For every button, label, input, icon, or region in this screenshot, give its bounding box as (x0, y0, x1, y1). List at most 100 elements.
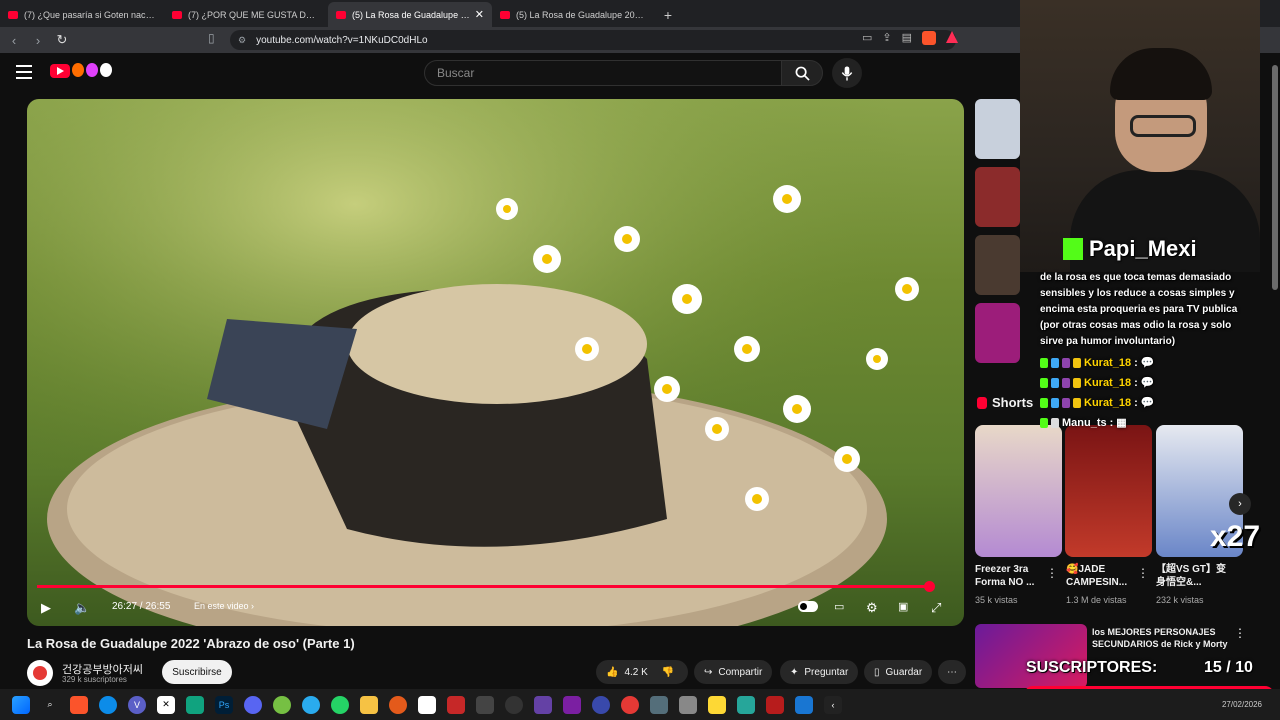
app-paint-icon[interactable] (679, 695, 697, 714)
search-icon (795, 66, 810, 81)
youtube-favicon-icon (336, 10, 346, 19)
browser-tab[interactable]: (7) ¿POR QUE ME GUSTA DRAGON B (164, 2, 328, 27)
voice-search-button[interactable] (832, 58, 862, 88)
edge-icon[interactable] (99, 695, 117, 714)
shorts-heading: Shorts (977, 395, 1033, 410)
reco-thumbnail[interactable] (975, 624, 1087, 688)
chapters-button[interactable]: En este video › (194, 601, 254, 611)
close-tab-icon[interactable]: ✕ (475, 8, 484, 21)
app-arrow-icon[interactable]: ‹ (824, 695, 842, 714)
file-explorer-icon[interactable] (360, 695, 378, 714)
thumbs-down-icon[interactable]: 👎 (662, 667, 674, 678)
new-tab-plus-icon[interactable]: + (656, 2, 680, 27)
reload-icon[interactable]: ↻ (52, 30, 72, 50)
browser-tab[interactable]: (7) ¿Que pasaría si Goten naciera pri (0, 2, 164, 27)
subs-goal-label: SUSCRIPTORES: (1026, 659, 1158, 676)
search-button[interactable] (781, 60, 823, 86)
app-teal-icon[interactable] (737, 695, 755, 714)
reco-thumbnail[interactable] (975, 99, 1020, 159)
bookmark-icon[interactable]: ▯ (208, 31, 215, 45)
gift-badge-icon (1062, 397, 1070, 408)
windows-taskbar: ⌕ V ✕ Ps ‹ (0, 689, 1280, 720)
colon-separator: : (1134, 376, 1138, 389)
short-thumbnail[interactable] (975, 425, 1062, 557)
browser-tab[interactable]: (5) La Rosa de Guadalupe 2022 'Abra (492, 2, 656, 27)
short-menu-icon[interactable]: ⋮ (1137, 566, 1149, 580)
reco-thumbnail[interactable] (975, 303, 1020, 363)
theater-mode-icon[interactable]: ▣ (898, 600, 908, 613)
app-gray-icon[interactable] (476, 695, 494, 714)
share-icon[interactable]: ⇪ (882, 31, 891, 45)
app-red-icon[interactable] (447, 695, 465, 714)
short-title[interactable]: 🥰JADE CAMPESIN... (1066, 563, 1141, 589)
app-game-icon[interactable] (563, 695, 581, 714)
reco-title[interactable]: los MEJORES PERSONAJES SECUNDARIOS de Ri… (1092, 626, 1232, 650)
windows-start-icon[interactable] (12, 695, 30, 714)
app-green-icon[interactable] (273, 695, 291, 714)
chat-line: Manu_ts : ▦ (1040, 416, 1127, 429)
reco-thumbnail[interactable] (975, 235, 1020, 295)
fullscreen-icon[interactable]: ⤢ (931, 600, 941, 616)
chat-message: de la rosa es que toca temas demasiado s… (1040, 272, 1238, 347)
address-bar[interactable]: ⚙ youtube.com/watch?v=1NKuDC0dHLo (230, 30, 956, 50)
chat-line: Kurat_18 : 💬 (1040, 376, 1154, 389)
app-diamond-icon[interactable] (795, 695, 813, 714)
page-scrollbar[interactable] (1272, 65, 1278, 290)
play-icon[interactable]: ▶ (41, 600, 51, 616)
app-blue-icon[interactable] (592, 695, 610, 714)
back-arrow-icon[interactable]: ‹ (4, 30, 24, 50)
like-count[interactable]: 4.2 K (624, 667, 647, 678)
brave-shields-icon[interactable] (922, 31, 937, 45)
app-white-icon[interactable] (418, 695, 436, 714)
app-image-icon[interactable] (650, 695, 668, 714)
browser-tab-active[interactable]: (5) La Rosa de Guadalupe 2022 ' ✕ (328, 2, 492, 27)
youtube-doodle[interactable] (72, 63, 112, 77)
chat-app-icon[interactable] (186, 695, 204, 714)
channel-avatar[interactable] (27, 660, 53, 686)
subscribe-button[interactable]: Suscribirse (162, 660, 232, 684)
reco-thumbnail[interactable] (975, 167, 1020, 227)
app-play-icon[interactable] (621, 695, 639, 714)
short-title[interactable]: Freezer 3ra Forma NO ... (975, 563, 1050, 589)
discord-icon[interactable] (244, 695, 262, 714)
brave-browser-icon[interactable] (70, 695, 88, 714)
app-x-icon[interactable]: ✕ (157, 695, 175, 714)
save-button[interactable]: ▯ Guardar (864, 660, 933, 684)
forward-arrow-icon[interactable]: › (28, 30, 48, 50)
subtitles-icon[interactable]: ▭ (834, 600, 844, 613)
reco-menu-icon[interactable]: ⋮ (1234, 626, 1246, 640)
short-title[interactable]: 【超VS GT】变身悟空&... (1156, 563, 1231, 589)
short-menu-icon[interactable]: ⋮ (1046, 566, 1058, 580)
settings-gear-icon[interactable]: ⚙ (866, 600, 878, 616)
app-v-icon[interactable]: V (128, 695, 146, 714)
search-input[interactable]: Buscar (424, 60, 782, 86)
hamburger-menu-icon[interactable] (16, 65, 32, 79)
telegram-icon[interactable] (302, 695, 320, 714)
app-orange-icon[interactable] (389, 695, 407, 714)
thumbs-up-icon[interactable]: 👍 (606, 667, 618, 678)
search-icon[interactable]: ⌕ (41, 696, 59, 714)
url-text: youtube.com/watch?v=1NKuDC0dHLo (256, 34, 428, 46)
cast-icon[interactable]: ▭ (862, 31, 872, 45)
volume-icon[interactable]: 🔈 (74, 600, 90, 616)
app-purple-icon[interactable] (534, 695, 552, 714)
autoplay-toggle[interactable] (798, 601, 818, 612)
short-thumbnail[interactable] (1065, 425, 1152, 557)
more-actions-button[interactable]: ⋯ (938, 660, 966, 684)
streamer-webcam (1020, 0, 1260, 272)
short-views: 1.3 M de vistas (1066, 595, 1127, 605)
youtube-logo-icon[interactable] (50, 64, 70, 78)
brave-rewards-icon[interactable] (946, 31, 959, 43)
photoshop-icon[interactable]: Ps (215, 695, 233, 714)
video-player[interactable]: ▶ 🔈 26:27 / 26:55 En este video › ▭ ⚙ ▣ … (27, 99, 964, 626)
obs-icon[interactable] (505, 695, 523, 714)
ask-button[interactable]: ✦ Preguntar (780, 660, 859, 684)
shorts-next-arrow-icon[interactable]: › (1229, 493, 1251, 515)
app-valorant-icon[interactable] (766, 695, 784, 714)
site-info-icon[interactable]: ⚙ (238, 35, 246, 46)
video-title: La Rosa de Guadalupe 2022 'Abrazo de oso… (27, 636, 355, 651)
whatsapp-icon[interactable] (331, 695, 349, 714)
sticky-notes-icon[interactable] (708, 695, 726, 714)
share-button[interactable]: ↪ Compartir (694, 660, 773, 684)
reader-icon[interactable]: ▤ (902, 31, 912, 45)
